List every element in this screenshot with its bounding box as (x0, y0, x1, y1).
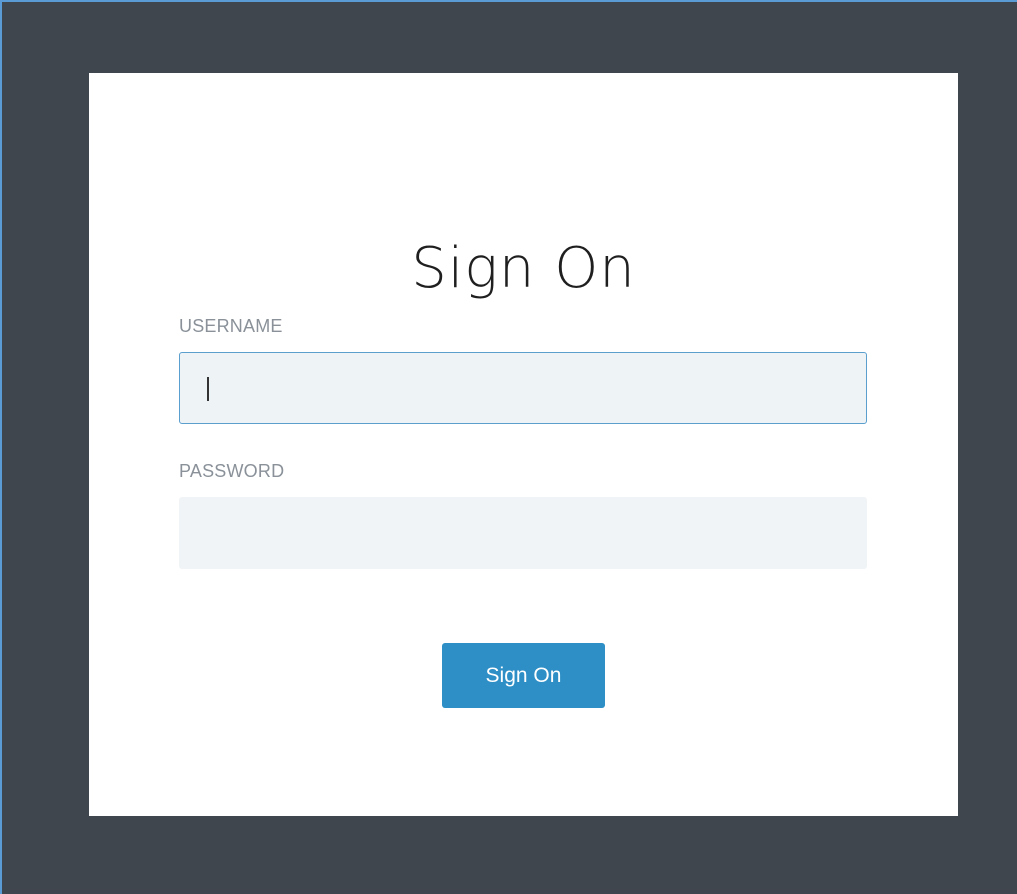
username-input[interactable] (179, 352, 867, 424)
page-title: Sign On (411, 236, 636, 301)
password-label: PASSWORD (179, 461, 285, 481)
sign-on-card: Sign On USERNAME PASSWORD Sign On (89, 73, 958, 816)
text-caret (207, 377, 209, 401)
sign-on-button[interactable]: Sign On (442, 643, 605, 708)
page-backdrop: Sign On USERNAME PASSWORD Sign On (0, 0, 1017, 894)
username-label: USERNAME (179, 316, 283, 336)
password-input[interactable] (179, 497, 867, 569)
